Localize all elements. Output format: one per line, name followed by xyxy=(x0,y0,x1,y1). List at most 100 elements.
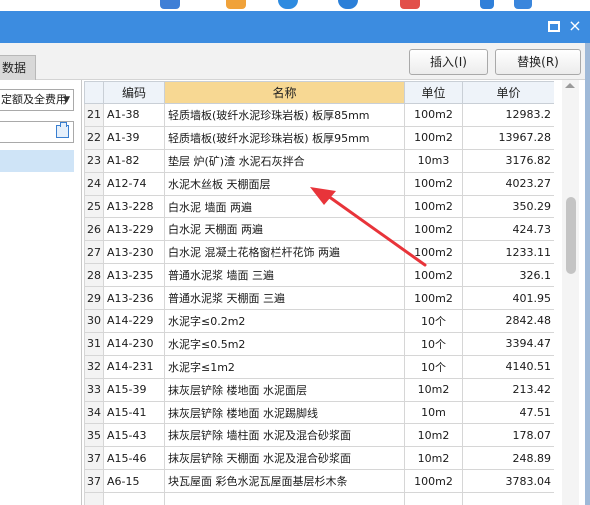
badge-icon[interactable] xyxy=(400,0,420,9)
table-row[interactable]: 35 A15-43 抹灰层铲除 墙柱面 水泥及混合砂浆面 10m2 178.07 xyxy=(84,423,554,448)
selected-tree-item[interactable] xyxy=(0,150,74,172)
table-row[interactable]: 22 A1-39 轻质墙板(玻纤水泥珍珠岩板) 板厚95mm 100m2 13967.2… xyxy=(84,125,554,150)
table-row[interactable]: 34 A15-41 抹灰层铲除 楼地面 水泥踢脚线 10m 47.51 xyxy=(84,400,554,425)
header-name[interactable]: 名称 xyxy=(164,81,405,104)
row-index xyxy=(84,492,104,505)
table-row[interactable]: 29 A13-236 普通水泥浆 天棚面 三遍 100m2 401.95 xyxy=(84,286,554,311)
row-unit: 100m2 xyxy=(404,194,463,219)
table-row[interactable]: 30 A14-229 水泥字≤0.2m2 10个 2842.48 xyxy=(84,309,554,333)
grid-icon[interactable] xyxy=(514,0,532,9)
row-price: 248.89 xyxy=(462,446,554,471)
table-row[interactable]: 28 A13-235 普通水泥浆 墙面 三遍 100m2 326.1 xyxy=(84,263,554,288)
table-row[interactable]: 31 A14-230 水泥字≤0.5m2 10个 3394.47 xyxy=(84,331,554,356)
row-code xyxy=(103,492,165,505)
row-code: A15-41 xyxy=(103,400,165,425)
row-index: 21 xyxy=(84,103,104,127)
table-row[interactable]: 24 A12-74 水泥木丝板 天棚面层 100m2 4023.27 xyxy=(84,171,554,196)
table-row[interactable]: 21 A1-38 轻质墙板(玻纤水泥珍珠岩板) 板厚85mm 100m2 12983.2 xyxy=(84,103,554,127)
row-unit xyxy=(404,492,463,505)
table-row[interactable]: 25 A13-228 白水泥 墙面 两遍 100m2 350.29 xyxy=(84,194,554,219)
row-code: A14-230 xyxy=(103,331,165,356)
table-row[interactable]: 32 A14-231 水泥字≤1m2 10个 4140.51 xyxy=(84,354,554,379)
row-name: 白水泥 天棚面 两遍 xyxy=(164,217,405,242)
row-index: 27 xyxy=(84,240,104,265)
row-code: A6-15 xyxy=(103,469,165,494)
table-row[interactable]: 27 A13-230 白水泥 混凝土花格窗栏杆花饰 两遍 100m2 1233.11 xyxy=(84,240,554,265)
row-index: 22 xyxy=(84,125,104,150)
row-code: A13-228 xyxy=(103,194,165,219)
row-price: 3783.04 xyxy=(462,469,554,494)
scrollbar-thumb[interactable] xyxy=(566,197,576,274)
row-code: A1-39 xyxy=(103,125,165,150)
row-name: 白水泥 墙面 两遍 xyxy=(164,194,405,219)
row-name: 水泥字≤1m2 xyxy=(164,354,405,379)
row-index: 28 xyxy=(84,263,104,288)
refresh-icon[interactable] xyxy=(226,0,246,9)
row-price: 178.07 xyxy=(462,423,554,448)
row-unit: 10个 xyxy=(404,354,463,379)
header-index xyxy=(84,81,104,104)
row-price: 401.95 xyxy=(462,286,554,311)
row-price: 3176.82 xyxy=(462,148,554,173)
row-index: 37 xyxy=(84,469,104,494)
row-code: A1-38 xyxy=(103,103,165,127)
user-icon[interactable] xyxy=(480,0,494,9)
top-icon-strip xyxy=(0,0,590,11)
row-unit: 100m2 xyxy=(404,217,463,242)
window-border xyxy=(585,43,590,505)
row-price: 2842.48 xyxy=(462,309,554,333)
row-unit: 10个 xyxy=(404,331,463,356)
row-index: 25 xyxy=(84,194,104,219)
shield-icon[interactable] xyxy=(278,0,298,9)
table-row[interactable]: 26 A13-229 白水泥 天棚面 两遍 100m2 424.73 xyxy=(84,217,554,242)
row-code: A15-46 xyxy=(103,446,165,471)
row-index: 30 xyxy=(84,309,104,333)
header-code[interactable]: 编码 xyxy=(103,81,165,104)
row-index: 37 xyxy=(84,446,104,471)
row-index: 24 xyxy=(84,171,104,196)
row-code: A15-43 xyxy=(103,423,165,448)
insert-button[interactable]: 插入(I) xyxy=(409,49,488,75)
table-row[interactable]: 23 A1-82 垫层 炉(矿)渣 水泥石灰拌合 10m3 3176.82 xyxy=(84,148,554,173)
row-name: 水泥字≤0.5m2 xyxy=(164,331,405,356)
scroll-up-icon[interactable] xyxy=(565,83,575,88)
row-name: 抹灰层铲除 天棚面 水泥及混合砂浆面 xyxy=(164,446,405,471)
row-name: 抹灰层铲除 楼地面 水泥踢脚线 xyxy=(164,400,405,425)
row-price: 213.42 xyxy=(462,377,554,402)
vertical-scrollbar[interactable] xyxy=(562,80,579,505)
table-row[interactable] xyxy=(84,492,554,505)
search-input[interactable] xyxy=(0,121,74,143)
row-code: A14-229 xyxy=(103,309,165,333)
row-price: 12983.2 xyxy=(462,103,554,127)
maximize-icon[interactable] xyxy=(548,21,560,32)
row-unit: 10m2 xyxy=(404,423,463,448)
row-code: A14-231 xyxy=(103,354,165,379)
row-price: 47.51 xyxy=(462,400,554,425)
row-name: 抹灰层铲除 楼地面 水泥面层 xyxy=(164,377,405,402)
tab-data[interactable]: 数据 xyxy=(0,55,36,80)
row-unit: 10m3 xyxy=(404,148,463,173)
row-price: 424.73 xyxy=(462,217,554,242)
table-row[interactable]: 33 A15-39 抹灰层铲除 楼地面 水泥面层 10m2 213.42 xyxy=(84,377,554,402)
toolbar: 数据 插入(I) 替换(R) xyxy=(0,43,590,80)
tree-structure-icon[interactable] xyxy=(56,122,69,138)
close-icon[interactable]: × xyxy=(566,17,584,35)
results-table: 编码 名称 单位 单价 21 A1-38 轻质墙板(玻纤水泥珍珠岩板) 板厚85mm… xyxy=(84,81,554,505)
row-index: 33 xyxy=(84,377,104,402)
table-row[interactable]: 37 A6-15 块瓦屋面 彩色水泥瓦屋面基层杉木条 100m2 3783.04 xyxy=(84,469,554,494)
library-select[interactable]: 定额及全费用 ▼ xyxy=(0,89,74,111)
row-name xyxy=(164,492,405,505)
row-name: 白水泥 混凝土花格窗栏杆花饰 两遍 xyxy=(164,240,405,265)
row-unit: 100m2 xyxy=(404,286,463,311)
row-unit: 100m2 xyxy=(404,263,463,288)
globe-icon[interactable] xyxy=(338,0,358,9)
calendar-icon[interactable] xyxy=(160,0,180,9)
row-index: 29 xyxy=(84,286,104,311)
row-code: A13-235 xyxy=(103,263,165,288)
table-row[interactable]: 37 A15-46 抹灰层铲除 天棚面 水泥及混合砂浆面 10m2 248.89 xyxy=(84,446,554,471)
row-unit: 10m2 xyxy=(404,446,463,471)
header-price[interactable]: 单价 xyxy=(462,81,554,104)
replace-button[interactable]: 替换(R) xyxy=(495,49,581,75)
row-unit: 100m2 xyxy=(404,469,463,494)
header-unit[interactable]: 单位 xyxy=(404,81,463,104)
